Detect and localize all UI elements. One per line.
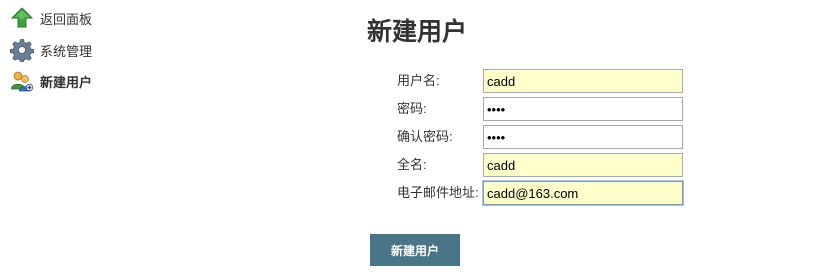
- gear-icon: [10, 38, 34, 62]
- confirm-password-label: 确认密码:: [397, 129, 453, 144]
- password-field[interactable]: [483, 97, 683, 121]
- sidebar-item-label: 系统管理: [40, 43, 93, 59]
- up-arrow-icon: [10, 6, 34, 30]
- fullname-field[interactable]: [483, 153, 683, 177]
- sidebar-item-back-to-dashboard[interactable]: 返回面板: [10, 6, 92, 30]
- add-user-icon: [10, 69, 34, 93]
- sidebar-item-new-user[interactable]: 新建用户: [10, 69, 92, 93]
- create-user-button[interactable]: 新建用户: [370, 234, 460, 266]
- confirm-password-field[interactable]: [483, 125, 683, 149]
- email-field[interactable]: [483, 181, 683, 205]
- fullname-label: 全名:: [397, 157, 427, 172]
- sidebar-item-label: 新建用户: [40, 74, 93, 90]
- sidebar-item-label: 返回面板: [40, 11, 93, 27]
- email-label: 电子邮件地址:: [397, 185, 479, 200]
- password-label: 密码:: [397, 101, 427, 116]
- username-label: 用户名:: [397, 73, 440, 88]
- sidebar-item-system-management[interactable]: 系统管理: [10, 38, 92, 62]
- username-field[interactable]: [483, 69, 683, 93]
- page-title: 新建用户: [367, 17, 468, 46]
